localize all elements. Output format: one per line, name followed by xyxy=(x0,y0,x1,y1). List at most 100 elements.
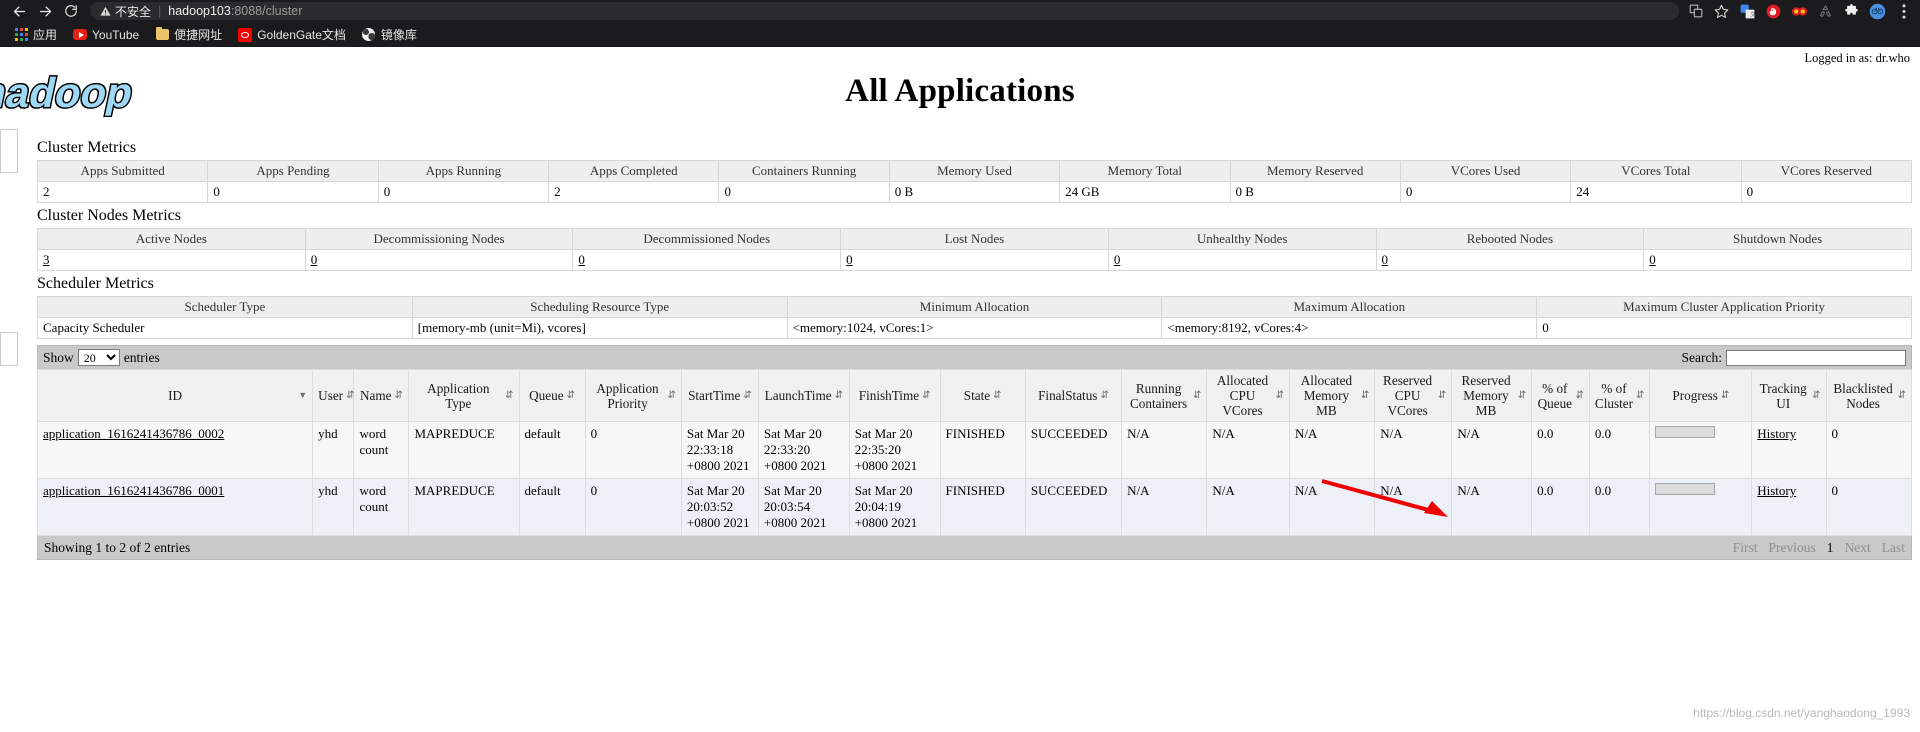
column-header-running-containers[interactable]: Running Containers ⇵ xyxy=(1121,369,1208,422)
translate-icon[interactable] xyxy=(1687,3,1704,20)
column-header-finishtime[interactable]: FinishTime ⇵ xyxy=(848,369,941,422)
column-header-allocated-cpu-vcores[interactable]: Allocated CPU VCores ⇵ xyxy=(1206,369,1290,422)
apps-grid-icon xyxy=(14,28,28,42)
cell-pct-queue: 0.0 xyxy=(1531,421,1590,479)
sort-both-icon: ⇵ xyxy=(1360,389,1370,401)
bookmark-mirror-repo[interactable]: 镜像库 xyxy=(356,24,423,45)
metric-value[interactable]: 0 xyxy=(1107,249,1377,271)
metric-value[interactable]: 0 xyxy=(572,249,842,271)
table-row: Capacity Scheduler [memory-mb (unit=Mi), … xyxy=(37,317,1912,339)
column-header-blacklisted-nodes[interactable]: Blacklisted Nodes ⇵ xyxy=(1825,369,1913,422)
recycle-extension-icon[interactable] xyxy=(1817,3,1834,20)
tracking-ui-link[interactable]: History xyxy=(1757,483,1796,498)
address-bar[interactable]: 不安全 | hadoop103:8088/cluster xyxy=(90,2,1679,20)
column-header-queue[interactable]: Queue ⇵ xyxy=(518,369,586,422)
forward-arrow-icon[interactable] xyxy=(32,1,58,21)
table-header-row: Apps Submitted Apps Pending Apps Running Ap… xyxy=(36,160,1913,182)
cell-running-containers: N/A xyxy=(1121,421,1208,479)
pagination-next[interactable]: Next xyxy=(1845,540,1871,556)
column-header: Memory Reserved xyxy=(1229,160,1401,182)
globe-icon xyxy=(362,28,376,42)
search-input[interactable] xyxy=(1726,349,1906,366)
column-header: Scheduling Resource Type xyxy=(411,296,788,318)
sort-both-icon: ⇵ xyxy=(1100,389,1109,401)
column-header: Decommissioning Nodes xyxy=(304,228,574,250)
application-id-link[interactable]: application_1616241436786_0001 xyxy=(43,483,224,498)
column-header-id[interactable]: ID ▼ xyxy=(36,369,314,422)
tracking-ui-link[interactable]: History xyxy=(1757,426,1796,441)
sidebar-stub-bottom[interactable] xyxy=(0,332,18,366)
cell-tracking-ui[interactable]: History xyxy=(1751,421,1827,479)
sort-both-icon: ⇵ xyxy=(834,389,843,401)
metric-value[interactable]: 3 xyxy=(37,249,306,271)
column-header-application-priority[interactable]: Application Priority ⇵ xyxy=(584,369,682,422)
bookmark-star-icon[interactable] xyxy=(1713,3,1730,20)
back-arrow-icon[interactable] xyxy=(6,1,32,21)
column-header-launchtime[interactable]: LaunchTime ⇵ xyxy=(757,369,850,422)
page-length-control: Show 20406080100 entries xyxy=(43,349,160,366)
sort-both-icon: ⇵ xyxy=(346,389,355,401)
bookmark-goldengate-docs[interactable]: GoldenGate文档 xyxy=(232,24,352,45)
cell-tracking-ui[interactable]: History xyxy=(1751,478,1827,536)
column-header: VCores Total xyxy=(1570,160,1742,182)
yarn-resourcemanager-page: Logged in as: dr.who hadoop All Applicat… xyxy=(0,47,1920,722)
browser-chrome: 不安全 | hadoop103:8088/cluster 文 xyxy=(0,0,1920,47)
puzzle-extensions-icon[interactable] xyxy=(1843,3,1860,20)
column-header-tracking-ui[interactable]: Tracking UI ⇵ xyxy=(1751,369,1827,422)
metric-value: 0 xyxy=(1740,181,1913,203)
table-header-row: ID ▼ User ⇵ Name ⇵ Application Type ⇵ Queue ⇵ Appl… xyxy=(36,369,1913,422)
metric-value[interactable]: 0 xyxy=(1375,249,1645,271)
column-header-progress[interactable]: Progress ⇵ xyxy=(1649,369,1753,422)
chrome-menu-icon[interactable] xyxy=(1895,3,1912,20)
column-header-label: Blacklisted Nodes xyxy=(1833,380,1893,411)
cell-app-type: MAPREDUCE xyxy=(408,421,520,479)
column-header: Decommissioned Nodes xyxy=(572,228,842,250)
metric-value: 24 xyxy=(1570,181,1742,203)
metric-value[interactable]: 0 xyxy=(304,249,574,271)
column-header-state[interactable]: State ⇵ xyxy=(939,369,1026,422)
column-header-name[interactable]: Name ⇵ xyxy=(353,369,410,422)
column-header-allocated-memory-mb[interactable]: Allocated Memory MB ⇵ xyxy=(1288,369,1376,422)
goldengate-icon xyxy=(238,27,253,42)
google-translate-extension-icon[interactable]: 文 xyxy=(1739,3,1756,20)
pagination-previous[interactable]: Previous xyxy=(1769,540,1816,556)
column-header-application-type[interactable]: Application Type ⇵ xyxy=(408,369,520,422)
security-label: 不安全 xyxy=(115,4,152,19)
metric-value: 0 xyxy=(207,181,379,203)
bookmark-youtube[interactable]: YouTube xyxy=(67,26,145,44)
cell-priority: 0 xyxy=(584,421,682,479)
logged-in-label: Logged in as: dr.who xyxy=(1804,51,1910,65)
column-header-starttime[interactable]: StartTime ⇵ xyxy=(680,369,759,422)
application-id-link[interactable]: application_1616241436786_0002 xyxy=(43,426,224,441)
pagination-last[interactable]: Last xyxy=(1882,540,1905,556)
column-header: VCores Used xyxy=(1399,160,1572,182)
column-header-finalstatus[interactable]: FinalStatus ⇵ xyxy=(1024,369,1123,422)
cell-id[interactable]: application_1616241436786_0002 xyxy=(36,421,314,479)
cell-id[interactable]: application_1616241436786_0001 xyxy=(36,478,314,536)
metric-value: 24 GB xyxy=(1059,181,1231,203)
column-header: Apps Submitted xyxy=(36,160,209,182)
reload-icon[interactable] xyxy=(58,1,84,21)
stop-hand-extension-icon[interactable] xyxy=(1765,3,1782,20)
profile-avatar-icon[interactable] xyxy=(1869,3,1886,20)
column-header-reserved-memory-mb[interactable]: Reserved Memory MB ⇵ xyxy=(1451,369,1533,422)
bookmark-folder-shortcuts[interactable]: 便捷网址 xyxy=(149,24,228,45)
pagination-first[interactable]: First xyxy=(1733,540,1758,556)
cell-finish-time: Sat Mar 20 20:04:19 +0800 2021 xyxy=(848,478,941,536)
page-length-select[interactable]: 20406080100 xyxy=(77,349,120,366)
column-header-label: Progress xyxy=(1672,388,1718,403)
metric-value[interactable]: 0 xyxy=(1643,249,1912,271)
datatable-info: Showing 1 to 2 of 2 entries xyxy=(44,539,191,555)
column-header-reserved-cpu-vcores[interactable]: Reserved CPU VCores ⇵ xyxy=(1374,369,1453,422)
infinity-extension-icon[interactable] xyxy=(1791,3,1808,20)
column-header-of-cluster[interactable]: % of Cluster ⇵ xyxy=(1588,369,1651,422)
cell-state: FINISHED xyxy=(939,421,1026,479)
metric-value[interactable]: 0 xyxy=(840,249,1109,271)
bookmark-apps[interactable]: 应用 xyxy=(8,24,63,45)
column-header-user[interactable]: User ⇵ xyxy=(312,369,355,422)
sort-both-icon: ⇵ xyxy=(922,389,931,401)
sidebar-stub-top[interactable] xyxy=(0,129,18,173)
column-header-of-queue[interactable]: % of Queue ⇵ xyxy=(1531,369,1590,422)
pagination-page-1[interactable]: 1 xyxy=(1827,540,1834,556)
column-header-label: FinalStatus xyxy=(1038,388,1098,403)
